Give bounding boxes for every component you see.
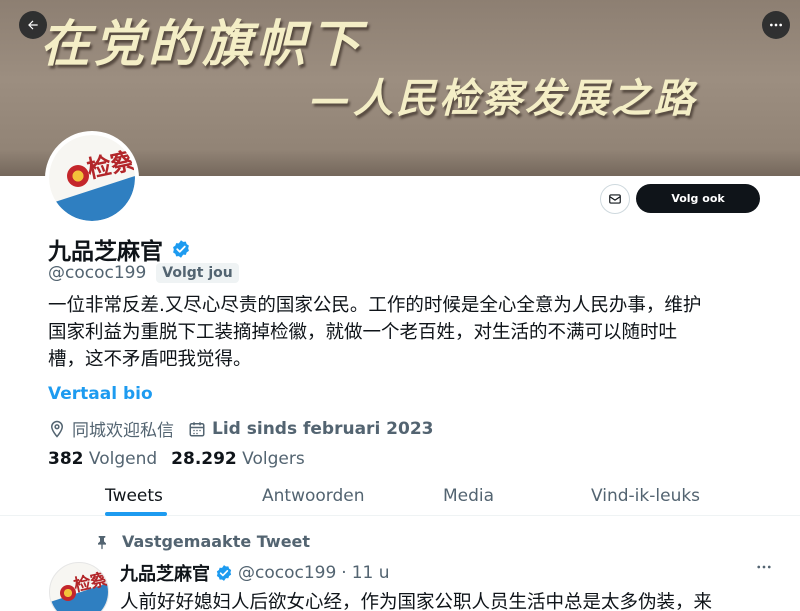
location-item: 同城欢迎私信 xyxy=(48,416,174,441)
profile-tabs: Tweets Antwoorden Media Vind-ik-leuks xyxy=(0,478,800,516)
envelope-icon xyxy=(609,194,621,204)
emblem-icon xyxy=(67,165,89,187)
display-name: 九品芝麻官 xyxy=(48,239,163,265)
joined-item: Lid sinds februari 2023 xyxy=(188,419,434,439)
follow-stats: 382 Volgend 28.292 Volgers xyxy=(48,449,305,469)
bio-line: 槽，这不矛盾吧我觉得。 xyxy=(48,349,252,370)
followers-count: 28.292 xyxy=(171,449,237,469)
verified-badge-icon xyxy=(216,565,232,581)
profile-meta: 同城欢迎私信 Lid sinds februari 2023 xyxy=(48,416,434,441)
back-button[interactable] xyxy=(19,11,47,39)
pin-icon xyxy=(98,535,106,549)
user-handle: @cococ199 xyxy=(48,263,147,283)
following-count: 382 xyxy=(48,449,84,469)
tab-likes[interactable]: Vind-ik-leuks xyxy=(591,486,700,506)
location-text: 同城欢迎私信 xyxy=(72,421,174,441)
bio-line: 一位非常反差.又尽心尽责的国家公民。工作的时候是全心全意为人民办事，维护 xyxy=(48,295,702,316)
profile-bio: 一位非常反差.又尽心尽责的国家公民。工作的时候是全心全意为人民办事，维护 国家利… xyxy=(48,292,768,373)
following-link[interactable]: 382 Volgend xyxy=(48,449,157,469)
tweet-author-handle[interactable]: @cococ199 xyxy=(238,563,336,583)
tab-tweets[interactable]: Tweets xyxy=(105,486,163,506)
joined-text: Lid sinds februari 2023 xyxy=(212,418,434,439)
profile-avatar[interactable]: 检察 xyxy=(45,131,139,225)
message-button[interactable] xyxy=(600,184,630,214)
tweet-text: 人前好好媳妇人后欲女心经，作为国家公职人员生活中总是太多伪装，来 xyxy=(120,592,713,611)
handle-row: @cococ199 Volgt jou xyxy=(48,263,239,283)
follow-back-button[interactable]: Volg ook xyxy=(636,184,760,213)
display-name-row: 九品芝麻官 xyxy=(48,232,191,266)
pinned-tweet-header: Vastgemaakte Tweet xyxy=(94,532,310,551)
follows-you-badge: Volgt jou xyxy=(156,263,239,283)
location-pin-icon xyxy=(50,420,64,438)
arrow-left-icon xyxy=(28,20,38,30)
tweet-more-button[interactable] xyxy=(755,558,773,581)
followers-label: Volgers xyxy=(242,449,305,469)
avatar-text: 检察 xyxy=(84,145,135,184)
tweet-header: 九品芝麻官 @cococ199 · 11 u xyxy=(120,560,390,586)
pinned-label: Vastgemaakte Tweet xyxy=(122,532,311,551)
more-horizontal-icon xyxy=(770,23,782,27)
calendar-icon xyxy=(189,421,205,436)
more-button[interactable] xyxy=(762,11,790,39)
following-label: Volgend xyxy=(88,449,158,469)
tweet-time[interactable]: 11 u xyxy=(352,563,390,583)
tweet-avatar[interactable]: 检察 xyxy=(49,562,109,611)
tweet-author-name[interactable]: 九品芝麻官 xyxy=(120,560,210,586)
translate-bio-link[interactable]: Vertaal bio xyxy=(48,384,153,404)
bio-line: 国家利益为重脱下工装摘掉检徽，就做一个老百姓，对生活的不满可以随时吐 xyxy=(48,322,678,343)
banner-text-line2: —人民检察发展之路 xyxy=(310,75,697,122)
verified-badge-icon[interactable] xyxy=(171,239,191,259)
active-tab-indicator xyxy=(105,512,167,516)
followers-link[interactable]: 28.292 Volgers xyxy=(171,449,305,469)
more-horizontal-icon xyxy=(757,565,771,569)
tab-media[interactable]: Media xyxy=(443,486,494,506)
tab-replies[interactable]: Antwoorden xyxy=(262,486,365,506)
tweet-separator: · xyxy=(341,563,347,583)
